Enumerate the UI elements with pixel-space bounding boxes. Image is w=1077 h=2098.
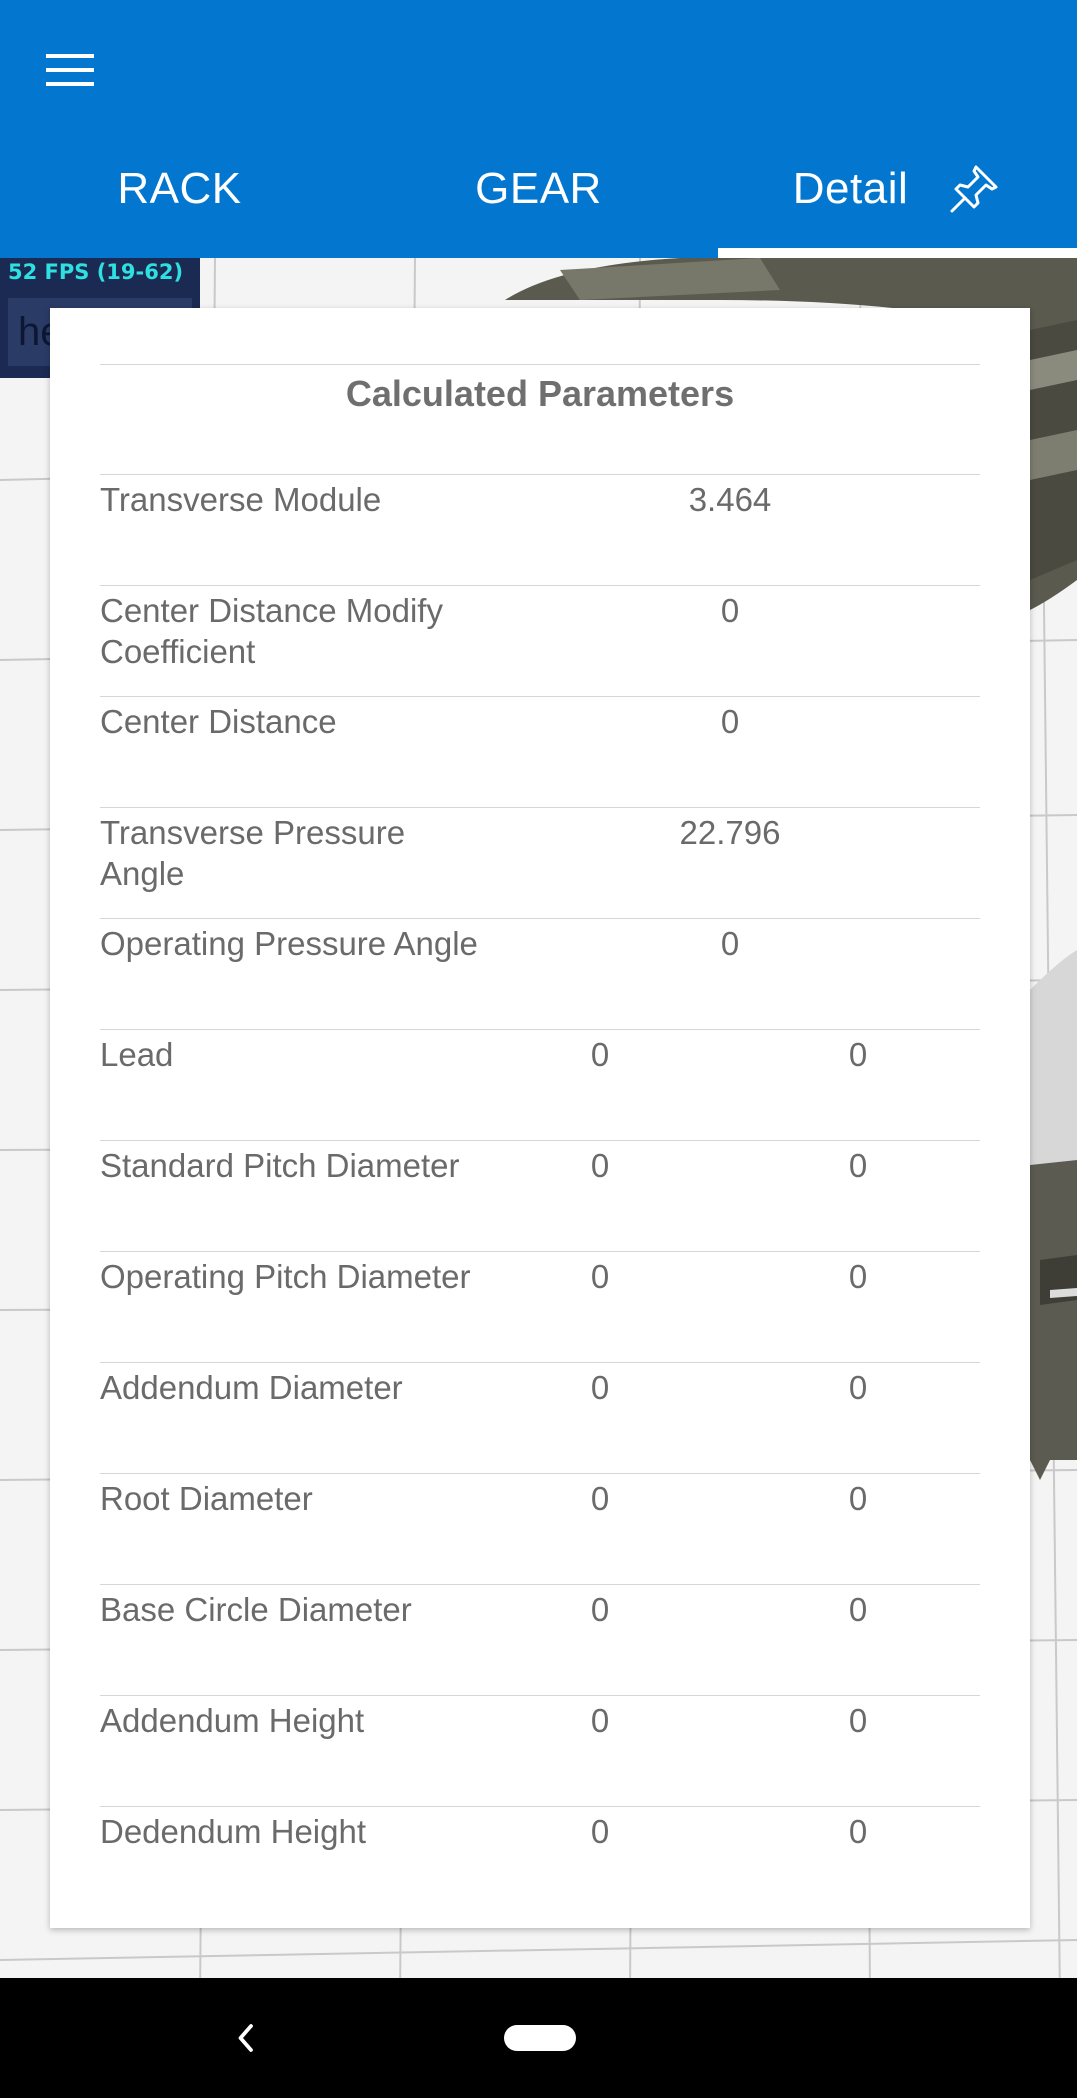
fps-counter: 52 FPS (19-62) <box>8 260 184 284</box>
row-value: 0 <box>720 592 740 629</box>
tab-rack[interactable]: RACK <box>0 140 359 258</box>
row-label: Addendum Diameter <box>100 1369 403 1406</box>
row-label: Root Diameter <box>100 1480 313 1517</box>
row-label: Base Circle Diameter <box>100 1591 412 1628</box>
table-row: Transverse Pressure Angle 22.796 <box>100 808 980 919</box>
row-value-1: 0 <box>590 1258 610 1295</box>
table-row: Addendum Height 0 0 <box>100 1696 980 1807</box>
table-row: Transverse Module 3.464 <box>100 475 980 586</box>
row-label: Addendum Height <box>100 1702 365 1739</box>
row-value-1: 0 <box>590 1147 610 1184</box>
row-value-1: 0 <box>590 1702 610 1739</box>
row-label: Lead <box>100 1036 174 1073</box>
row-value-1: 0 <box>590 1480 610 1517</box>
table-row: Operating Pressure Angle 0 <box>100 919 980 1030</box>
row-value: 0 <box>720 703 740 740</box>
tab-detail-label: Detail <box>792 164 909 213</box>
row-label: Transverse Pressure Angle <box>100 814 406 892</box>
row-label: Transverse Module <box>100 481 382 518</box>
row-value-1: 0 <box>590 1369 610 1406</box>
tab-gear-label: GEAR <box>475 164 602 213</box>
tab-rack-label: RACK <box>117 164 242 213</box>
row-value-2: 0 <box>848 1702 868 1739</box>
row-value: 22.796 <box>679 814 781 851</box>
table-row: Root Diameter 0 0 <box>100 1474 980 1585</box>
table-row: Dedendum Height 0 0 <box>100 1807 980 1918</box>
row-value-2: 0 <box>848 1258 868 1295</box>
tab-bar: RACK GEAR Detail <box>0 140 1077 258</box>
row-label: Operating Pitch Diameter <box>100 1258 471 1295</box>
table-row: Operating Pitch Diameter 0 0 <box>100 1252 980 1363</box>
row-value-2: 0 <box>848 1591 868 1628</box>
table-row: Standard Pitch Diameter 0 0 <box>100 1141 980 1252</box>
app-screen: RACK GEAR Detail 52 FPS (19-62) hel Calc… <box>0 0 1077 2098</box>
parameters-table: Calculated Parameters Transverse Module … <box>100 364 980 1918</box>
table-row: Lead 0 0 <box>100 1030 980 1141</box>
panel-title: Calculated Parameters <box>100 365 980 475</box>
tab-gear[interactable]: GEAR <box>359 140 718 258</box>
pin-icon[interactable] <box>946 161 1002 217</box>
table-row: Center Distance Modify Coefficient 0 <box>100 586 980 697</box>
row-label: Standard Pitch Diameter <box>100 1147 460 1184</box>
back-chevron-icon[interactable] <box>215 2008 275 2068</box>
calculated-parameters-card: Calculated Parameters Transverse Module … <box>50 308 1030 1928</box>
home-pill-icon[interactable] <box>504 2025 576 2051</box>
row-value-2: 0 <box>848 1369 868 1406</box>
row-label: Center Distance Modify Coefficient <box>100 592 443 670</box>
system-nav-bar <box>0 1978 1077 2098</box>
row-value-1: 0 <box>590 1813 610 1850</box>
row-value-2: 0 <box>848 1813 868 1850</box>
row-value-2: 0 <box>848 1480 868 1517</box>
hamburger-menu-icon[interactable] <box>30 30 110 110</box>
table-row: Base Circle Diameter 0 0 <box>100 1585 980 1696</box>
row-value: 0 <box>720 925 740 962</box>
table-row: Addendum Diameter 0 0 <box>100 1363 980 1474</box>
row-label: Center Distance <box>100 703 337 740</box>
row-value-1: 0 <box>590 1036 610 1073</box>
row-label: Operating Pressure Angle <box>100 925 478 962</box>
row-value-1: 0 <box>590 1591 610 1628</box>
row-value: 3.464 <box>688 481 772 518</box>
tab-detail[interactable]: Detail <box>718 140 1077 258</box>
row-value-2: 0 <box>848 1147 868 1184</box>
table-row: Center Distance 0 <box>100 697 980 808</box>
app-bar: RACK GEAR Detail <box>0 0 1077 258</box>
row-value-2: 0 <box>848 1036 868 1073</box>
row-label: Dedendum Height <box>100 1813 366 1850</box>
